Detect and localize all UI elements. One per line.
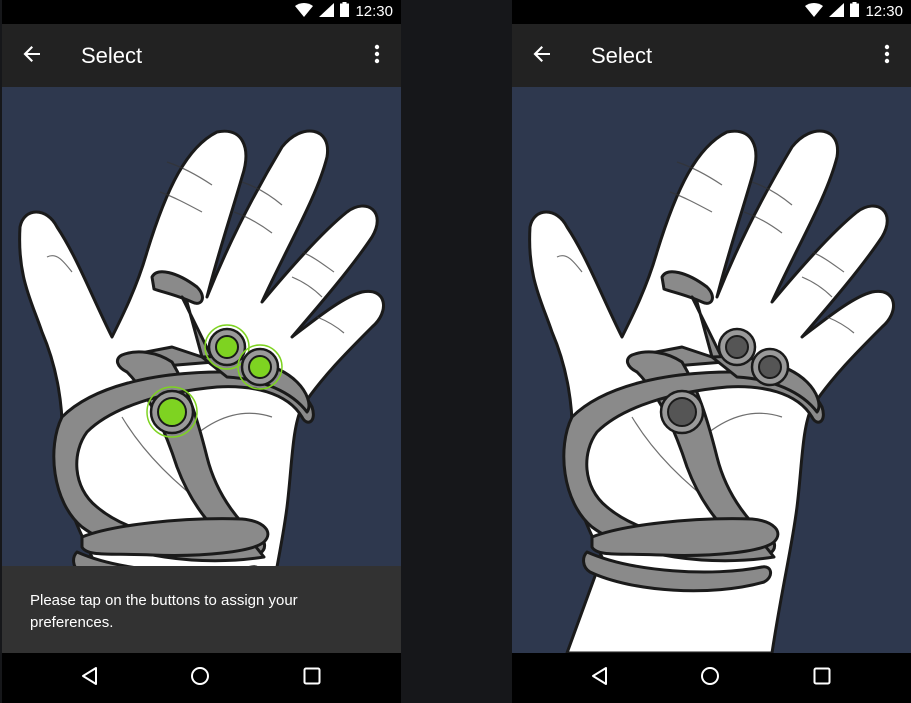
nav-recents-button[interactable] [292,662,332,694]
nav-back-button[interactable] [579,662,619,694]
page-title: Select [591,43,653,68]
cell-signal-icon [319,2,335,22]
nav-home-button[interactable] [180,662,220,694]
navigation-bar [512,653,911,703]
page-title: Select [81,43,143,68]
nav-recents-icon [813,667,831,690]
overflow-menu-button[interactable] [873,38,901,74]
app-bar: Select [2,24,401,87]
status-bar: 12:30 [512,0,911,24]
wifi-icon [295,2,314,22]
snackbar: Please tap on the buttons to assign your… [2,566,401,653]
battery-icon [850,2,860,22]
back-button[interactable] [14,38,50,74]
wifi-icon [805,2,824,22]
phone-screen-left: 12:30 Select Please tap on the buttons t… [2,0,401,703]
cell-signal-icon [829,2,845,22]
nav-home-icon [700,666,720,691]
nav-home-button[interactable] [690,662,730,694]
controller-button-bottom[interactable] [659,389,705,435]
nav-recents-icon [303,667,321,690]
status-time: 12:30 [865,3,903,20]
nav-back-button[interactable] [69,662,109,694]
navigation-bar [2,653,401,703]
snackbar-message: Please tap on the buttons to assign your… [30,592,298,631]
nav-back-icon [80,666,98,691]
controller-button-middle[interactable] [237,344,283,390]
battery-icon [340,2,350,22]
more-vert-icon [884,44,890,69]
back-button[interactable] [524,38,560,74]
controller-button-top[interactable] [717,327,757,367]
overflow-menu-button[interactable] [363,38,391,74]
app-bar: Select [512,24,911,87]
more-vert-icon [374,44,380,69]
hand-illustration-area [512,87,911,653]
controller-button-middle[interactable] [750,347,790,387]
status-time: 12:30 [355,3,393,20]
nav-home-icon [190,666,210,691]
arrow-back-icon [532,44,552,69]
controller-button-bottom[interactable] [146,386,198,438]
phone-screen-right: 12:30 Select [512,0,911,703]
nav-recents-button[interactable] [802,662,842,694]
nav-back-icon [590,666,608,691]
screen-gap [401,0,512,703]
status-bar: 12:30 [2,0,401,24]
arrow-back-icon [22,44,42,69]
